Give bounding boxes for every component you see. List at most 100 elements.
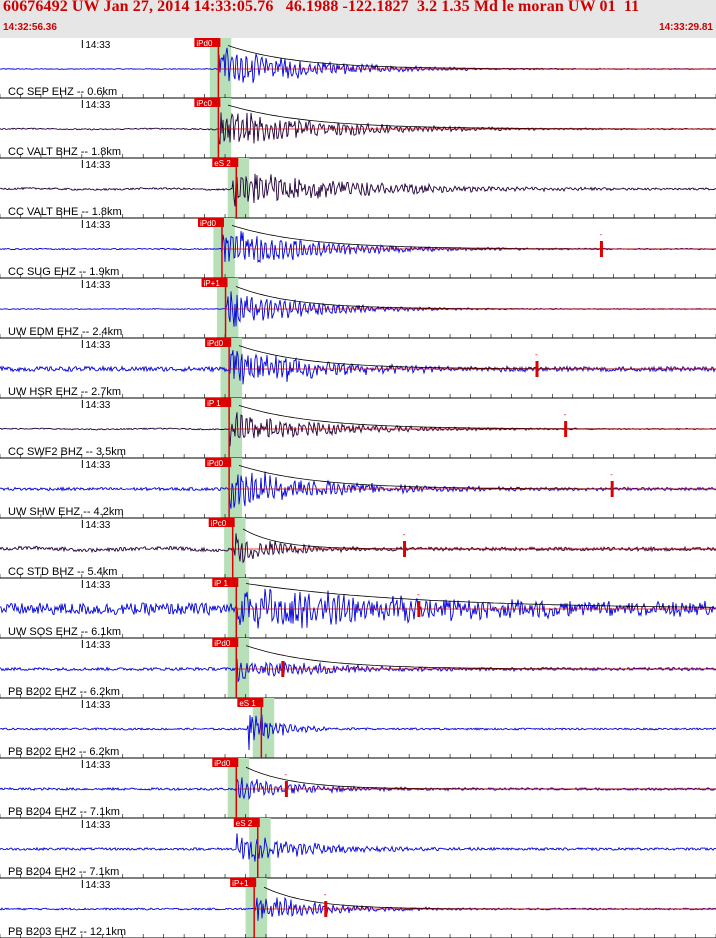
- coda-envelope: [227, 45, 716, 70]
- trace-panel: 14:33 iPd0 - PB B202 EHZ -- 6.2km: [0, 638, 716, 699]
- minute-tick-label: 14:33: [85, 100, 110, 111]
- secondary-pick-mark: -: [403, 530, 406, 539]
- waveform-trace: [0, 533, 716, 564]
- secondary-pick: [417, 601, 421, 617]
- minute-tick-label: 14:33: [85, 640, 110, 651]
- waveform-trace: [0, 471, 716, 509]
- waveform-trace: [0, 350, 716, 385]
- coda-envelope: [245, 766, 714, 790]
- phase-label: iPd0: [207, 339, 224, 348]
- phase-label: iP+1: [232, 879, 249, 888]
- secondary-pick-mark: -: [610, 470, 613, 479]
- minute-tick-label: 14:33: [85, 520, 110, 531]
- trace-panel: 14:33 eS 2 PB B204 EH2 -- 7.1km: [0, 818, 716, 879]
- phase-label: iP 1: [214, 579, 228, 588]
- secondary-pick: [281, 661, 285, 677]
- trace-panel: 14:33 iP 1 - UW SOS EHZ -- 6.1km: [0, 578, 716, 639]
- phase-label: eS 1: [239, 699, 256, 708]
- coda-envelope: [263, 886, 716, 910]
- minute-tick-label: 14:33: [85, 580, 110, 591]
- coda-envelope: [238, 465, 715, 490]
- waveform-trace: [0, 777, 716, 801]
- station-label: CC VALT BHE -- 1.8km: [8, 206, 122, 218]
- trace-panel: 14:33 iPd0 - UW HSR EHZ -- 2.7km: [0, 338, 716, 399]
- end-time-label: 14:33:29.81: [659, 22, 713, 33]
- station-label: CC SEP EHZ -- 0.6km: [8, 86, 117, 98]
- minute-tick-label: 14:33: [85, 400, 110, 411]
- station-label: PB B202 EH2 -- 6.2km: [8, 746, 119, 758]
- seismogram-plot: 14:33 iPd0 CC SEP EHZ -- 0.6km 14:33 iPc0 CC …: [0, 38, 716, 938]
- secondary-pick-mark: -: [324, 890, 327, 899]
- phase-label: eS 2: [236, 819, 253, 828]
- minute-tick-label: 14:33: [85, 40, 110, 51]
- trace-panel: 14:33 iPc0 CC VALT BHZ -- 1.8km: [0, 98, 716, 159]
- minute-tick-label: 14:33: [85, 700, 110, 711]
- secondary-pick: [535, 361, 539, 377]
- waveform-trace: [0, 112, 716, 145]
- secondary-pick: [324, 901, 328, 917]
- phase-label: iPd0: [196, 39, 213, 48]
- waveform-trace: [0, 714, 716, 751]
- trace-panel: 14:33 iPc0 - CC STD BHZ -- 5.4km: [0, 518, 716, 579]
- secondary-pick-mark: -: [564, 410, 567, 419]
- phase-label: iP+1: [204, 279, 221, 288]
- coda-envelope: [235, 286, 716, 310]
- minute-tick-label: 14:33: [85, 280, 110, 291]
- secondary-pick: [564, 421, 568, 437]
- minute-tick-label: 14:33: [85, 880, 110, 891]
- minute-tick-label: 14:33: [85, 460, 110, 471]
- coda-envelope: [242, 528, 715, 550]
- minute-tick-label: 14:33: [85, 160, 110, 171]
- trace-panel: 14:33 eS 2 CC VALT BHE -- 1.8km: [0, 158, 716, 219]
- secondary-pick-mark: -: [599, 230, 602, 239]
- station-label: CC VALT BHZ -- 1.8km: [8, 146, 121, 158]
- phase-label: iPd0: [200, 219, 217, 228]
- waveform-trace: [0, 231, 716, 264]
- phase-label: iPd0: [214, 639, 231, 648]
- phase-label: iPd0: [214, 759, 231, 768]
- phase-label: iPc0: [196, 99, 212, 108]
- trace-panel: 14:33 iPd0 - PB B204 EHZ -- 7.1km: [0, 758, 716, 819]
- station-label: PB B202 EHZ -- 6.2km: [8, 686, 120, 698]
- trace-panel: 14:33 iP+1 - PB B203 EHZ -- 12.1km: [0, 878, 716, 938]
- secondary-pick: [403, 541, 407, 557]
- station-label: PB B204 EHZ -- 7.1km: [8, 806, 120, 818]
- phase-label: iPd0: [207, 459, 224, 468]
- secondary-pick: [599, 241, 603, 257]
- phase-label: iP 1: [207, 399, 221, 408]
- secondary-pick: [284, 781, 288, 797]
- trace-panel: 14:33 iP 1 - CC SWF2 BHZ -- 3.5km: [0, 398, 716, 459]
- trace-panel: 14:33 iP+1 UW EDM EHZ -- 2.4km: [0, 278, 716, 339]
- station-label: PB B203 EHZ -- 12.1km: [8, 926, 126, 938]
- station-label: UW SOS EHZ -- 6.1km: [8, 626, 121, 638]
- minute-tick-label: 14:33: [85, 760, 110, 771]
- coda-envelope: [238, 345, 715, 370]
- station-label: PB B204 EH2 -- 7.1km: [8, 866, 119, 878]
- waveform-trace: [0, 833, 716, 862]
- trace-panel: 14:33 iPd0 CC SEP EHZ -- 0.6km: [0, 38, 716, 99]
- secondary-pick: [610, 481, 614, 497]
- secondary-pick-mark: -: [284, 770, 287, 779]
- station-label: CC SUG EHZ -- 1.9km: [8, 266, 119, 278]
- station-label: UW HSR EHZ -- 2.7km: [8, 386, 121, 398]
- station-label: UW EDM EHZ -- 2.4km: [8, 326, 122, 338]
- minute-tick-label: 14:33: [85, 820, 110, 831]
- phase-label: eS 2: [214, 159, 231, 168]
- secondary-pick-mark: -: [417, 590, 420, 599]
- event-title: 60676492 UW Jan 27, 2014 14:33:05.76 46.…: [3, 0, 640, 15]
- minute-tick-label: 14:33: [85, 220, 110, 231]
- secondary-pick-mark: -: [535, 350, 538, 359]
- event-header: 60676492 UW Jan 27, 2014 14:33:05.76 46.…: [0, 0, 716, 38]
- station-label: CC SWF2 BHZ -- 3.5km: [8, 446, 126, 458]
- trace-panel: 14:33 eS 1 PB B202 EH2 -- 6.2km: [0, 698, 716, 759]
- waveform-trace: [0, 658, 716, 683]
- minute-tick-label: 14:33: [85, 340, 110, 351]
- waveform-trace: [0, 173, 716, 207]
- secondary-pick-mark: -: [281, 650, 284, 659]
- trace-panel: 14:33 iPd0 - UW SHW EHZ -- 4.2km: [0, 458, 716, 519]
- start-time-label: 14:32:56.36: [3, 22, 57, 33]
- phase-label: iPc0: [211, 519, 227, 528]
- station-label: UW SHW EHZ -- 4.2km: [8, 506, 124, 518]
- trace-panel: 14:33 iPd0 - CC SUG EHZ -- 1.9km: [0, 218, 716, 279]
- station-label: CC STD BHZ -- 5.4km: [8, 566, 117, 578]
